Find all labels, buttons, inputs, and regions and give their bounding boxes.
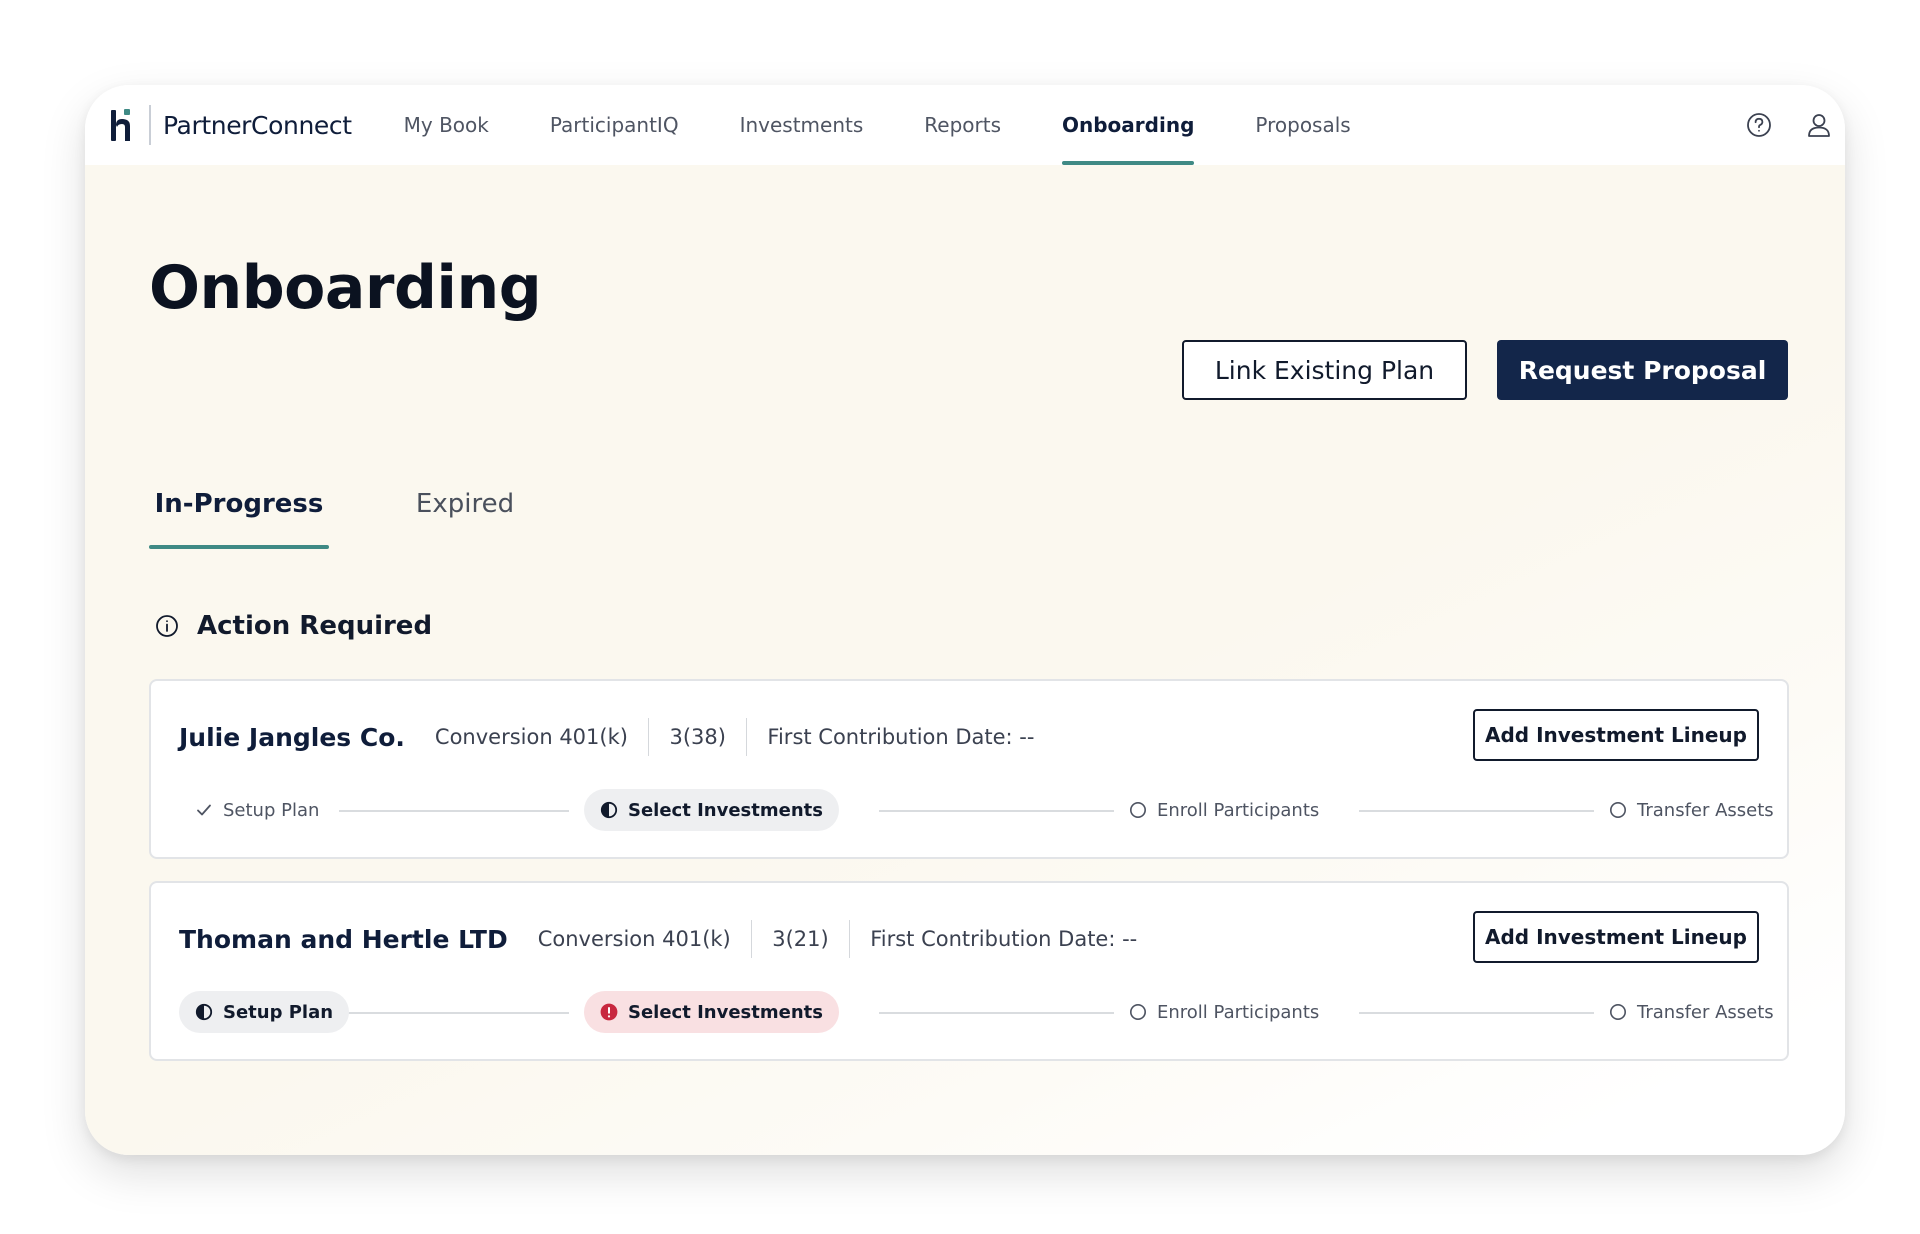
client-name[interactable]: Julie Jangles Co. xyxy=(179,723,405,752)
first-contribution-date: First Contribution Date: -- xyxy=(870,927,1138,951)
alert-icon xyxy=(600,1003,618,1021)
step-label: Setup Plan xyxy=(223,799,320,821)
step-transfer-assets[interactable]: Transfer Assets xyxy=(1609,789,1774,831)
onboarding-card: Thoman and Hertle LTD Conversion 401(k) … xyxy=(149,881,1789,1061)
nav-item-participantiq[interactable]: ParticipantIQ xyxy=(550,85,679,165)
meta-divider xyxy=(848,920,851,958)
link-existing-plan-button[interactable]: Link Existing Plan xyxy=(1182,340,1467,400)
help-icon[interactable] xyxy=(1745,111,1773,139)
brand-logo[interactable]: PartnerConnect xyxy=(109,85,352,165)
progress-stepper: Setup Plan Select Investments Enroll Par… xyxy=(179,789,1774,833)
nav-item-onboarding[interactable]: Onboarding xyxy=(1062,85,1195,165)
participant-count: 3(21) xyxy=(772,927,829,951)
empty-circle-icon xyxy=(1130,802,1146,818)
brand-name: PartnerConnect xyxy=(163,110,352,140)
progress-stepper: Setup Plan Select Investments Enroll Par… xyxy=(179,991,1774,1035)
meta-divider xyxy=(647,718,650,756)
nav-item-proposals[interactable]: Proposals xyxy=(1255,85,1350,165)
step-setup-plan[interactable]: Setup Plan xyxy=(195,789,319,831)
meta-divider xyxy=(745,718,748,756)
tab-expired[interactable]: Expired xyxy=(415,489,515,549)
section-title: Action Required xyxy=(197,611,433,641)
step-label: Select Investments xyxy=(628,1001,823,1023)
step-label: Enroll Participants xyxy=(1157,1001,1320,1023)
half-circle-icon xyxy=(195,1003,213,1021)
app-window: PartnerConnect My Book ParticipantIQ Inv… xyxy=(85,85,1845,1155)
step-label: Transfer Assets xyxy=(1637,1001,1774,1023)
step-transfer-assets[interactable]: Transfer Assets xyxy=(1609,991,1774,1033)
info-icon xyxy=(156,615,178,637)
step-select-investments[interactable]: Select Investments xyxy=(584,789,839,831)
half-circle-icon xyxy=(600,801,618,819)
step-enroll-participants[interactable]: Enroll Participants xyxy=(1129,991,1319,1033)
step-enroll-participants[interactable]: Enroll Participants xyxy=(1129,789,1319,831)
participant-count: 3(38) xyxy=(669,725,726,749)
nav-item-investments[interactable]: Investments xyxy=(740,85,864,165)
add-investment-lineup-button[interactable]: Add Investment Lineup xyxy=(1473,911,1759,963)
plan-type: Conversion 401(k) xyxy=(434,725,628,749)
step-connector xyxy=(879,810,1114,812)
top-navigation: PartnerConnect My Book ParticipantIQ Inv… xyxy=(85,85,1845,165)
onboarding-card: Julie Jangles Co. Conversion 401(k) 3(38… xyxy=(149,679,1789,859)
nav-item-reports[interactable]: Reports xyxy=(924,85,1001,165)
nav-icon-group xyxy=(1713,85,1833,165)
card-header: Thoman and Hertle LTD Conversion 401(k) … xyxy=(179,920,1138,958)
section-header: Action Required xyxy=(155,611,432,641)
brand-mark-icon xyxy=(111,109,130,141)
step-connector xyxy=(339,810,569,812)
step-connector xyxy=(339,1012,569,1014)
step-label: Setup Plan xyxy=(223,1001,334,1023)
nav-menu: My Book ParticipantIQ Investments Report… xyxy=(404,85,1412,165)
page-title: Onboarding xyxy=(149,253,542,323)
card-header: Julie Jangles Co. Conversion 401(k) 3(38… xyxy=(179,718,1035,756)
main-content: Onboarding Link Existing Plan Request Pr… xyxy=(85,165,1845,1155)
add-investment-lineup-button[interactable]: Add Investment Lineup xyxy=(1473,709,1759,761)
client-name[interactable]: Thoman and Hertle LTD xyxy=(179,925,508,954)
request-proposal-button[interactable]: Request Proposal xyxy=(1497,340,1788,400)
step-setup-plan[interactable]: Setup Plan xyxy=(179,991,350,1033)
nav-item-my-book[interactable]: My Book xyxy=(404,85,489,165)
tab-in-progress[interactable]: In-Progress xyxy=(149,489,329,549)
step-connector xyxy=(879,1012,1114,1014)
empty-circle-icon xyxy=(1610,802,1626,818)
step-select-investments[interactable]: Select Investments xyxy=(584,991,839,1033)
plan-type: Conversion 401(k) xyxy=(537,927,731,951)
step-label: Enroll Participants xyxy=(1157,799,1320,821)
meta-divider xyxy=(750,920,753,958)
brand-divider xyxy=(149,105,151,145)
empty-circle-icon xyxy=(1610,1004,1626,1020)
user-icon[interactable] xyxy=(1805,111,1833,139)
step-label: Transfer Assets xyxy=(1637,799,1774,821)
step-connector xyxy=(1359,1012,1594,1014)
step-label: Select Investments xyxy=(628,799,823,821)
check-icon xyxy=(197,804,211,816)
empty-circle-icon xyxy=(1130,1004,1146,1020)
step-connector xyxy=(1359,810,1594,812)
first-contribution-date: First Contribution Date: -- xyxy=(767,725,1035,749)
